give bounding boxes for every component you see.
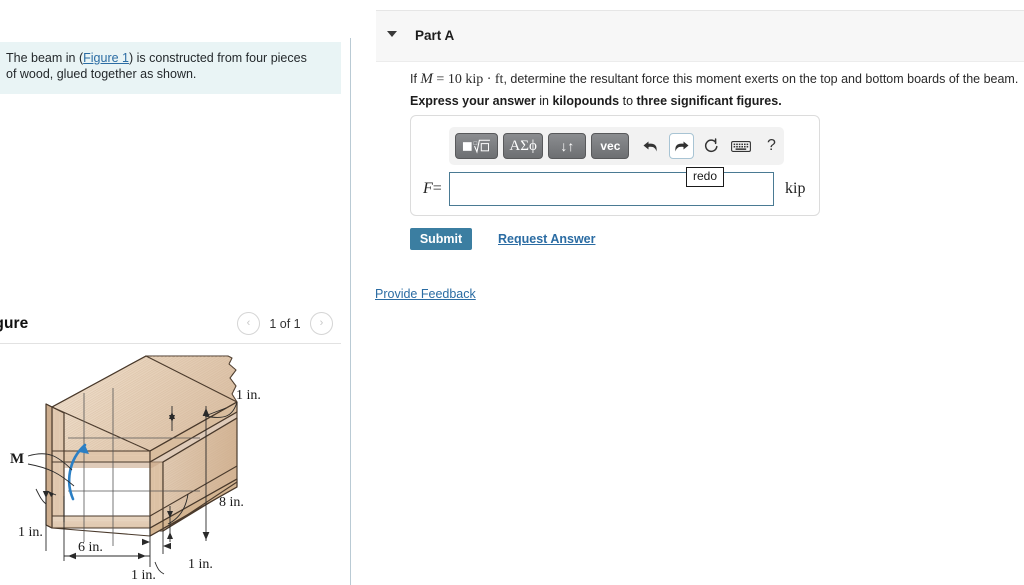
dim-label-left-web: 1 in. xyxy=(18,525,43,540)
dim-label-top-right: 1 in. xyxy=(236,388,261,403)
figure-next-button[interactable]: › xyxy=(310,312,333,335)
answer-variable: F xyxy=(423,180,433,197)
part-title: Part A xyxy=(415,28,455,43)
keyboard-icon[interactable] xyxy=(729,133,754,159)
problem-statement: The beam in (Figure 1) is constructed fr… xyxy=(0,42,341,94)
redo-icon[interactable] xyxy=(668,133,694,159)
provide-feedback-link[interactable]: Provide Feedback xyxy=(375,287,476,301)
answer-equals: = xyxy=(432,180,442,197)
figure-header: igure ‹ 1 of 1 › xyxy=(0,310,341,342)
figure-1-link[interactable]: Figure 1 xyxy=(83,51,129,65)
reset-icon[interactable] xyxy=(699,133,724,159)
figure-navigation: ‹ 1 of 1 › xyxy=(237,312,333,335)
instruction-bold-1: Express your answer xyxy=(410,94,536,108)
problem-statement-text: The beam in (Figure 1) is constructed fr… xyxy=(6,51,307,81)
question-suffix: , determine the resultant force this mom… xyxy=(503,72,1019,86)
question-prefix: If xyxy=(410,72,421,86)
submit-row: Submit Request Answer xyxy=(410,228,595,250)
figure-panel-title: igure xyxy=(0,315,29,332)
moment-label: M xyxy=(10,451,24,467)
right-panel: Part A If M = 10 kip · ft, determine the… xyxy=(352,0,1024,585)
answer-variable-label: F= xyxy=(423,180,442,198)
template-radical-button[interactable]: □ xyxy=(455,133,498,159)
arrows-button[interactable]: ↓↑ xyxy=(548,133,587,159)
figure-counter: 1 of 1 xyxy=(269,316,301,331)
undo-icon[interactable] xyxy=(638,133,663,159)
dim-label-height: 8 in. xyxy=(219,495,244,510)
problem-text-before: The beam in ( xyxy=(6,51,84,65)
question-symbol-m: M xyxy=(420,71,433,87)
instruction-normal-2: to xyxy=(619,94,637,108)
part-a-header[interactable]: Part A xyxy=(376,10,1024,62)
help-icon[interactable]: ? xyxy=(759,133,784,159)
request-answer-link[interactable]: Request Answer xyxy=(498,232,595,246)
question-units: kip · ft xyxy=(465,72,504,87)
math-toolbar: □ ΑΣϕ ↓↑ vec ? xyxy=(449,127,784,165)
figure-image[interactable]: M 1 in. 8 in. 1 in. 1 in. 6 in. 1 in. xyxy=(0,346,341,585)
answer-row: F= kip xyxy=(411,172,821,212)
greek-symbols-button[interactable]: ΑΣϕ xyxy=(502,133,544,159)
dim-label-bottom-right: 1 in. xyxy=(188,557,213,572)
answer-input[interactable] xyxy=(449,172,774,206)
page-root: The beam in (Figure 1) is constructed fr… xyxy=(0,0,1024,585)
instruction-normal-1: in xyxy=(535,94,553,108)
answer-entry-box: □ ΑΣϕ ↓↑ vec ? redo F= kip xyxy=(410,115,820,216)
vector-button[interactable]: vec xyxy=(591,133,630,159)
instruction-bold-2: kilopounds xyxy=(552,94,620,108)
caret-down-icon[interactable] xyxy=(387,31,397,37)
question-text: If M = 10 kip · ft, determine the result… xyxy=(410,71,1018,88)
instruction-text: Express your answer in kilopounds to thr… xyxy=(410,94,782,108)
redo-tooltip: redo xyxy=(686,167,725,187)
svg-text:□: □ xyxy=(474,141,478,147)
figure-prev-button[interactable]: ‹ xyxy=(237,312,260,335)
figure-divider xyxy=(0,343,341,344)
instruction-bold-3: three significant figures. xyxy=(636,94,782,108)
submit-button[interactable]: Submit xyxy=(410,228,472,250)
dim-label-width: 6 in. xyxy=(78,540,103,555)
column-divider xyxy=(350,38,351,585)
question-equals: = 10 xyxy=(432,72,466,87)
dim-label-center-web: 1 in. xyxy=(131,568,156,583)
answer-unit-label: kip xyxy=(785,180,806,197)
left-panel: The beam in (Figure 1) is constructed fr… xyxy=(0,0,351,585)
